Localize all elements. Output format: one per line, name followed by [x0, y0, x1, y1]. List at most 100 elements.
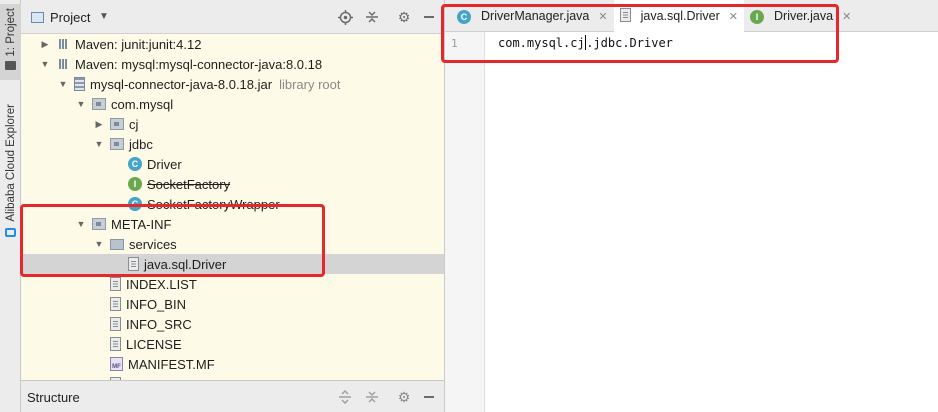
gear-icon[interactable]: ⚙ [396, 9, 412, 25]
project-panel-title[interactable]: Project [50, 10, 90, 25]
interface-icon: I [128, 177, 142, 191]
structure-panel-header: Structure ⚙ [21, 380, 444, 412]
tree-row-label: MANIFEST.MF [128, 356, 215, 372]
chevron-down-icon[interactable]: ▼ [75, 99, 87, 109]
class-icon: C [128, 157, 142, 171]
tree-row-label: com.mysql [111, 96, 174, 112]
tree-row-label: INFO_SRC [126, 316, 192, 332]
tree-row-hint: library root [279, 76, 341, 92]
project-panel-header: Project ▼ ⚙ [21, 0, 444, 34]
text-file-icon [110, 297, 121, 311]
tree-row-label: services [129, 236, 177, 252]
package-icon [92, 218, 106, 230]
tree-row-label: SocketFactoryWrapper [147, 196, 280, 212]
folder-icon [110, 238, 124, 250]
expand-all-icon[interactable] [337, 389, 353, 405]
folder-icon [5, 60, 16, 70]
tree-row[interactable]: ▼ jdbc [21, 134, 444, 154]
tree-row[interactable]: ▼ META-INF [21, 214, 444, 234]
project-panel: Project ▼ ⚙ ▶ Maven: junit:junit:4.12 ▼ Mav… [21, 0, 445, 412]
editor-tab[interactable]: java.sql.Driver ✕ [613, 0, 745, 32]
tree-row-label: jdbc [129, 136, 153, 152]
tree-row-label: Maven: junit:junit:4.12 [75, 36, 202, 52]
project-folder-icon [31, 12, 44, 23]
chevron-right-icon[interactable]: ▶ [39, 39, 51, 50]
editor-tab-label: java.sql.Driver [640, 9, 720, 23]
line-number-gutter: 1 [445, 32, 485, 412]
tree-row-label: Driver [147, 156, 182, 172]
hide-panel-icon[interactable] [421, 9, 437, 25]
chevron-down-icon[interactable]: ▼ [57, 79, 69, 89]
tree-row-label: INDEX.LIST [126, 276, 197, 292]
editor-tab-label: Driver.java [774, 9, 834, 23]
tree-row[interactable]: LICENSE [21, 334, 444, 354]
tool-window-strip: 1: Project Alibaba Cloud Explorer [0, 0, 21, 412]
alibaba-cloud-icon [5, 227, 16, 237]
tree-row[interactable]: C SocketFactoryWrapper [21, 194, 444, 214]
project-tool-tab[interactable]: 1: Project [0, 4, 21, 80]
tree-row[interactable]: I SocketFactory [21, 174, 444, 194]
tree-row-label: Maven: mysql:mysql-connector-java:8.0.18 [75, 56, 323, 72]
text-file-icon [128, 257, 139, 271]
editor-tab-bar: C DriverManager.java ✕ java.sql.Driver ✕ I Dri… [445, 0, 938, 32]
alibaba-cloud-explorer-tab[interactable]: Alibaba Cloud Explorer [0, 100, 21, 240]
code-line[interactable]: com.mysql.cj .jdbc.Driver [445, 32, 938, 54]
chevron-down-icon[interactable]: ▼ [99, 11, 109, 22]
tree-row[interactable]: ▼ com.mysql [21, 94, 444, 114]
tree-row-label: META-INF [111, 216, 172, 232]
class-icon: C [457, 9, 471, 24]
editor-area: C DriverManager.java ✕ java.sql.Driver ✕ I Dri… [445, 0, 938, 412]
tree-row[interactable]: ▶ Maven: junit:junit:4.12 [21, 34, 444, 54]
chevron-down-icon[interactable]: ▼ [75, 219, 87, 229]
tree-row[interactable]: INFO_SRC [21, 314, 444, 334]
class-icon: C [128, 197, 142, 211]
chevron-right-icon[interactable]: ▶ [93, 119, 105, 130]
project-tree: ▶ Maven: junit:junit:4.12 ▼ Maven: mysql:my… [21, 34, 444, 380]
close-icon[interactable]: ✕ [729, 10, 738, 23]
package-icon [110, 118, 124, 130]
text-file-icon [619, 7, 631, 22]
editor-tab-label: DriverManager.java [481, 9, 590, 23]
text-file-icon [110, 317, 121, 331]
package-icon [110, 138, 124, 150]
editor-tab[interactable]: C DriverManager.java ✕ [451, 0, 614, 32]
tree-row[interactable]: C Driver [21, 154, 444, 174]
project-tool-tab-label: 1: Project [4, 8, 17, 57]
collapse-all-icon[interactable] [364, 389, 380, 405]
alibaba-cloud-explorer-label: Alibaba Cloud Explorer [4, 104, 17, 222]
tree-row-label: LICENSE [126, 336, 182, 352]
tree-row-label: cj [129, 116, 139, 132]
hide-panel-icon[interactable] [421, 389, 437, 405]
locate-icon[interactable] [337, 9, 353, 25]
text-file-icon [110, 277, 121, 291]
close-icon[interactable]: ✕ [842, 10, 851, 23]
code-after-caret: .jdbc.Driver [586, 36, 673, 50]
tree-row[interactable]: INFO_BIN [21, 294, 444, 314]
tree-row[interactable]: MF MANIFEST.MF [21, 354, 444, 374]
collapse-all-icon[interactable] [364, 9, 380, 25]
tree-row[interactable]: java.sql.Driver [21, 254, 444, 274]
text-file-icon [110, 337, 121, 351]
chevron-down-icon[interactable]: ▼ [93, 139, 105, 149]
library-icon [56, 38, 70, 50]
code-text[interactable]: com.mysql.cj .jdbc.Driver [498, 35, 673, 50]
tree-row[interactable]: ▶ cj [21, 114, 444, 134]
tree-row[interactable]: ▼ mysql-connector-java-8.0.18.jar library … [21, 74, 444, 94]
package-icon [92, 98, 106, 110]
structure-panel-title[interactable]: Structure [27, 390, 80, 405]
code-before-caret: com.mysql.cj [498, 36, 585, 50]
gear-icon[interactable]: ⚙ [396, 389, 412, 405]
library-icon [56, 58, 70, 70]
chevron-down-icon[interactable]: ▼ [39, 59, 51, 69]
editor-tab[interactable]: I Driver.java ✕ [744, 0, 857, 32]
tree-row[interactable]: INDEX.LIST [21, 274, 444, 294]
tree-row-label: java.sql.Driver [144, 256, 227, 272]
interface-icon: I [750, 9, 765, 24]
tree-row-label: mysql-connector-java-8.0.18.jar [90, 76, 273, 92]
close-icon[interactable]: ✕ [598, 10, 607, 23]
chevron-down-icon[interactable]: ▼ [93, 239, 105, 249]
jar-icon [74, 77, 85, 91]
tree-row[interactable]: ▼ Maven: mysql:mysql-connector-java:8.0.1… [21, 54, 444, 74]
tree-row-label: INFO_BIN [126, 296, 186, 312]
tree-row[interactable]: ▼ services [21, 234, 444, 254]
